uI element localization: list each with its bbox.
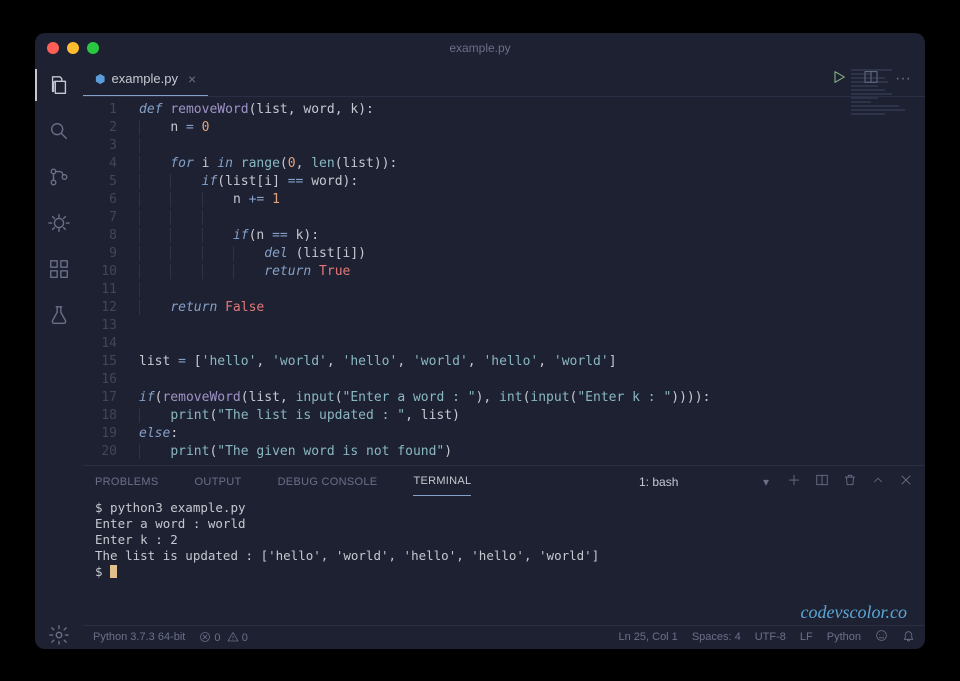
split-editor-icon[interactable] [863,69,879,90]
notifications-icon[interactable] [902,629,915,645]
bottom-panel: PROBLEMS OUTPUT DEBUG CONSOLE TERMINAL 1: b… [83,465,925,625]
source-control-icon[interactable] [45,163,73,191]
panel-tabs: PROBLEMS OUTPUT DEBUG CONSOLE TERMINAL 1: b… [83,466,925,498]
kill-terminal-icon[interactable] [843,473,857,490]
close-window-button[interactable] [47,42,59,54]
more-actions-icon[interactable]: ··· [895,70,911,88]
tab-label: example.py [111,71,177,86]
tab-close-icon[interactable]: × [188,71,196,87]
new-terminal-icon[interactable] [787,473,801,490]
feedback-icon[interactable] [875,629,888,645]
traffic-lights [47,42,99,54]
status-language[interactable]: Python [827,631,861,643]
python-file-icon: ⬢ [95,72,105,86]
extensions-icon[interactable] [45,255,73,283]
panel-tab-problems[interactable]: PROBLEMS [95,468,159,496]
debug-icon[interactable] [45,209,73,237]
minimize-window-button[interactable] [67,42,79,54]
activity-bar [35,63,83,649]
status-encoding[interactable]: UTF-8 [755,631,786,643]
run-icon[interactable] [831,69,847,90]
status-python[interactable]: Python 3.7.3 64-bit [93,631,185,643]
explorer-icon[interactable] [45,71,73,99]
terminal-selector[interactable]: 1: bash [633,473,773,491]
panel-tab-debug-console[interactable]: DEBUG CONSOLE [278,468,378,496]
maximize-panel-icon[interactable] [871,473,885,490]
status-spaces[interactable]: Spaces: 4 [692,631,741,643]
search-icon[interactable] [45,117,73,145]
panel-tab-output[interactable]: OUTPUT [195,468,242,496]
editor-window: example.py [35,33,925,649]
terminal-output[interactable]: $ python3 example.pyEnter a word : world… [83,498,925,625]
tab-example-py[interactable]: ⬢ example.py × [83,63,208,96]
status-cursor[interactable]: Ln 25, Col 1 [618,631,677,643]
line-number-gutter: 1234567891011121314151617181920 [83,97,131,465]
code-editor[interactable]: 1234567891011121314151617181920 def remo… [83,97,925,465]
settings-gear-icon[interactable] [45,621,73,649]
close-panel-icon[interactable] [899,473,913,490]
beaker-icon[interactable] [45,301,73,329]
status-problems[interactable]: 0 0 [199,631,248,644]
watermark: codevscolor.co [801,602,907,623]
split-terminal-icon[interactable] [815,473,829,490]
status-bar: Python 3.7.3 64-bit 0 0 Ln 25, Col 1 Spa… [83,625,925,649]
status-eol[interactable]: LF [800,631,813,643]
panel-tab-terminal[interactable]: TERMINAL [413,467,471,496]
window-title: example.py [35,41,925,55]
code-content[interactable]: def removeWord(list, word, k): n = 0 for… [131,97,925,465]
titlebar: example.py [35,33,925,63]
zoom-window-button[interactable] [87,42,99,54]
tab-actions: ··· [817,63,925,96]
editor-tabs: ⬢ example.py × ··· [83,63,925,97]
main-area: ⬢ example.py × ··· 123456789101112131415… [83,63,925,649]
